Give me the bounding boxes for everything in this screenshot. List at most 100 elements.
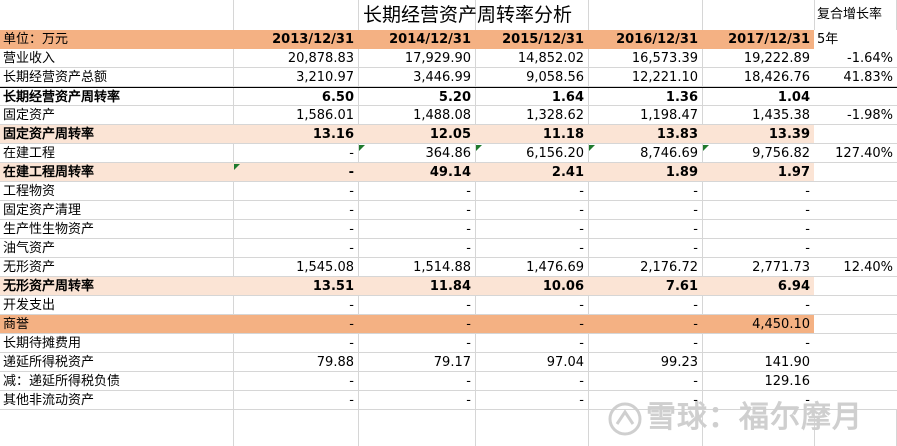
row-label[interactable]: 固定资产 — [0, 106, 233, 125]
value-cell[interactable]: 79.17 — [358, 353, 475, 372]
value-cell[interactable]: 12.05 — [358, 125, 475, 144]
value-cell[interactable]: 49.14 — [358, 163, 475, 182]
value-cell[interactable]: - — [475, 201, 588, 220]
value-cell[interactable]: - — [588, 296, 702, 315]
comment-marker-icon[interactable] — [589, 145, 595, 151]
row-label[interactable]: 其他非流动资产 — [0, 391, 233, 410]
value-cell[interactable]: 141.90 — [702, 353, 814, 372]
value-cell[interactable]: - — [588, 182, 702, 201]
value-cell[interactable]: - — [358, 315, 475, 334]
value-cell[interactable]: 1.97 — [702, 163, 814, 182]
value-cell[interactable]: 1,488.08 — [358, 106, 475, 125]
growth-cell[interactable] — [814, 182, 897, 201]
value-cell[interactable]: 99.23 — [588, 353, 702, 372]
row-label[interactable]: 递延所得税资产 — [0, 353, 233, 372]
growth-cell[interactable] — [814, 125, 897, 144]
value-cell[interactable]: 14,852.02 — [475, 49, 588, 68]
growth-period[interactable]: 5年 — [814, 30, 897, 49]
growth-cell[interactable]: 12.40% — [814, 258, 897, 277]
growth-cell[interactable] — [814, 163, 897, 182]
value-cell[interactable]: - — [475, 372, 588, 391]
value-cell[interactable]: - — [358, 296, 475, 315]
value-cell[interactable]: - — [233, 239, 358, 258]
row-label[interactable]: 工程物资 — [0, 182, 233, 201]
value-cell[interactable]: 13.83 — [588, 125, 702, 144]
value-cell[interactable]: 11.84 — [358, 277, 475, 296]
value-cell[interactable]: - — [233, 182, 358, 201]
value-cell[interactable]: - — [588, 315, 702, 334]
value-cell[interactable]: - — [358, 334, 475, 353]
value-cell[interactable]: - — [233, 372, 358, 391]
value-cell[interactable]: - — [588, 239, 702, 258]
row-label[interactable]: 减：递延所得税负债 — [0, 372, 233, 391]
value-cell[interactable]: - — [702, 296, 814, 315]
year-header[interactable]: 2013/12/31 — [233, 30, 358, 49]
row-label[interactable]: 无形资产周转率 — [0, 277, 233, 296]
value-cell[interactable]: - — [233, 315, 358, 334]
value-cell[interactable]: 2,771.73 — [702, 258, 814, 277]
value-cell[interactable]: 6.94 — [702, 277, 814, 296]
value-cell[interactable]: 20,878.83 — [233, 49, 358, 68]
value-cell[interactable]: - — [358, 220, 475, 239]
row-label[interactable]: 油气资产 — [0, 239, 233, 258]
comment-marker-icon[interactable] — [234, 164, 240, 170]
row-label[interactable]: 固定资产周转率 — [0, 125, 233, 144]
value-cell[interactable]: - — [702, 182, 814, 201]
value-cell[interactable]: - — [475, 296, 588, 315]
value-cell[interactable]: 16,573.39 — [588, 49, 702, 68]
value-cell[interactable]: 129.16 — [702, 372, 814, 391]
value-cell[interactable]: - — [588, 334, 702, 353]
growth-cell[interactable]: -1.98% — [814, 106, 897, 125]
value-cell[interactable]: - — [702, 201, 814, 220]
value-cell[interactable]: 1,514.88 — [358, 258, 475, 277]
unit-label[interactable]: 单位：万元 — [0, 30, 233, 49]
value-cell[interactable]: 11.18 — [475, 125, 588, 144]
growth-cell[interactable]: 41.83% — [814, 68, 897, 87]
value-cell[interactable]: - — [475, 239, 588, 258]
value-cell[interactable]: - — [475, 182, 588, 201]
value-cell[interactable]: 19,222.89 — [702, 49, 814, 68]
value-cell[interactable]: - — [475, 334, 588, 353]
value-cell[interactable]: - — [233, 144, 358, 163]
value-cell[interactable]: - — [358, 201, 475, 220]
value-cell[interactable]: - — [358, 182, 475, 201]
value-cell[interactable]: - — [358, 239, 475, 258]
row-label[interactable]: 无形资产 — [0, 258, 233, 277]
value-cell[interactable]: - — [588, 201, 702, 220]
comment-marker-icon[interactable] — [476, 145, 482, 151]
value-cell[interactable]: 1,435.38 — [702, 106, 814, 125]
year-header[interactable]: 2016/12/31 — [588, 30, 702, 49]
growth-cell[interactable] — [814, 239, 897, 258]
value-cell[interactable]: - — [233, 296, 358, 315]
growth-cell[interactable] — [814, 315, 897, 334]
value-cell[interactable]: - — [233, 220, 358, 239]
value-cell[interactable]: 10.06 — [475, 277, 588, 296]
value-cell[interactable]: 4,450.10 — [702, 315, 814, 334]
value-cell[interactable]: 97.04 — [475, 353, 588, 372]
value-cell[interactable]: - — [233, 334, 358, 353]
value-cell[interactable]: 12,221.10 — [588, 68, 702, 87]
value-cell[interactable]: 79.88 — [233, 353, 358, 372]
growth-cell[interactable] — [814, 201, 897, 220]
value-cell[interactable]: - — [475, 220, 588, 239]
growth-cell[interactable] — [814, 277, 897, 296]
row-label[interactable]: 固定资产清理 — [0, 201, 233, 220]
row-label[interactable]: 营业收入 — [0, 49, 233, 68]
row-label[interactable]: 在建工程 — [0, 144, 233, 163]
value-cell[interactable]: - — [702, 334, 814, 353]
row-label[interactable]: 生产性生物资产 — [0, 220, 233, 239]
value-cell[interactable]: 1,328.62 — [475, 106, 588, 125]
value-cell[interactable]: 3,210.97 — [233, 68, 358, 87]
value-cell[interactable]: 13.16 — [233, 125, 358, 144]
value-cell[interactable]: - — [475, 391, 588, 410]
growth-cell[interactable] — [814, 372, 897, 391]
value-cell[interactable]: 3,446.99 — [358, 68, 475, 87]
value-cell[interactable]: 7.61 — [588, 277, 702, 296]
growth-cell[interactable]: 127.40% — [814, 144, 897, 163]
value-cell[interactable]: 1,586.01 — [233, 106, 358, 125]
value-cell[interactable]: 17,929.90 — [358, 49, 475, 68]
row-label[interactable]: 长期待摊费用 — [0, 334, 233, 353]
growth-cell[interactable] — [814, 334, 897, 353]
value-cell[interactable]: 9,058.56 — [475, 68, 588, 87]
value-cell[interactable]: 1,545.08 — [233, 258, 358, 277]
